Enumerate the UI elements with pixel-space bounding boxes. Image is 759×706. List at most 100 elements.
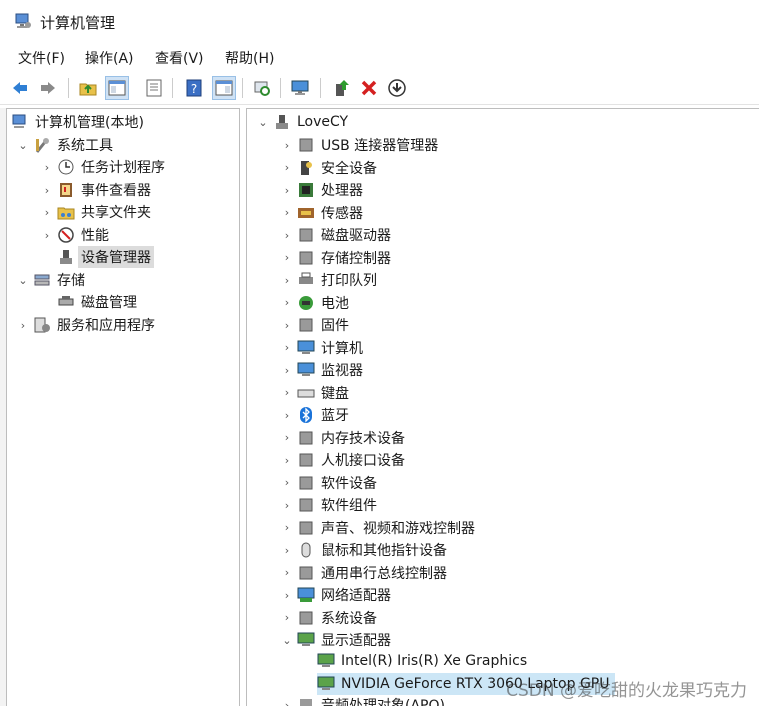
tree-item-performance[interactable]: › 性能 — [41, 224, 109, 246]
device-category[interactable]: › 处理器 — [281, 179, 363, 201]
device-category[interactable]: › 监视器 — [281, 359, 363, 381]
device-category[interactable]: › 通用串行总线控制器 — [281, 562, 447, 584]
chevron-right-icon[interactable]: › — [281, 319, 293, 332]
chevron-right-icon[interactable]: › — [281, 296, 293, 309]
chevron-down-icon[interactable]: ⌄ — [281, 634, 293, 647]
tree-item-root[interactable]: 计算机管理(本地) — [11, 111, 144, 133]
chevron-right-icon[interactable]: › — [281, 409, 293, 422]
chevron-right-icon[interactable]: › — [281, 341, 293, 354]
chevron-right-icon[interactable]: › — [281, 251, 293, 264]
chevron-right-icon[interactable]: › — [281, 206, 293, 219]
tree-item-device-manager[interactable]: 设备管理器 — [57, 246, 154, 268]
chevron-right-icon[interactable]: › — [281, 499, 293, 512]
toolbar: ? — [0, 72, 759, 105]
computer-management-icon — [11, 113, 29, 131]
chevron-right-icon[interactable]: › — [281, 454, 293, 467]
chevron-right-icon[interactable]: › — [281, 589, 293, 602]
chevron-right-icon[interactable]: › — [281, 364, 293, 377]
category-label: 蓝牙 — [321, 408, 349, 424]
display-adapter-item[interactable]: Intel(R) Iris(R) Xe Graphics — [317, 650, 527, 672]
chevron-right-icon[interactable]: › — [281, 274, 293, 287]
chevron-right-icon[interactable]: › — [41, 184, 53, 197]
category-label: USB 连接器管理器 — [321, 138, 439, 154]
chevron-right-icon[interactable]: › — [17, 319, 29, 332]
menu-file[interactable]: 文件(F) — [18, 48, 65, 68]
device-category[interactable]: › 存储控制器 — [281, 247, 391, 269]
monitor-icon[interactable] — [288, 76, 312, 100]
scan-hardware-icon[interactable] — [250, 76, 274, 100]
forward-icon[interactable] — [36, 76, 60, 100]
chevron-right-icon[interactable]: › — [281, 161, 293, 174]
tree-label: 共享文件夹 — [81, 205, 151, 221]
device-tree: ⌄ LoveCY › USB 连接器管理器 › 安全设备 › 处理器 › 传感器 › 磁盘驱动器 ›… — [246, 108, 759, 706]
category-label: 打印队列 — [321, 273, 377, 289]
update-driver-icon[interactable] — [330, 76, 354, 100]
tree-item-storage[interactable]: ⌄ 存储 — [17, 269, 85, 291]
back-icon[interactable] — [8, 76, 32, 100]
chevron-right-icon[interactable]: › — [281, 611, 293, 624]
show-tree-icon[interactable] — [105, 76, 129, 100]
computer-name: LoveCY — [297, 114, 349, 130]
tree-item-task-scheduler[interactable]: › 任务计划程序 — [41, 156, 165, 178]
device-category[interactable]: › 人机接口设备 — [281, 449, 405, 471]
device-category[interactable]: › 音频处理对象(APO) — [281, 694, 445, 706]
menu-action[interactable]: 操作(A) — [85, 48, 134, 68]
device-category[interactable]: ⌄ 显示适配器 — [281, 629, 391, 651]
tree-item-services-apps[interactable]: › 服务和应用程序 — [17, 314, 155, 336]
chevron-right-icon[interactable]: › — [41, 229, 53, 242]
device-category[interactable]: › 打印队列 — [281, 269, 377, 291]
uninstall-icon[interactable] — [357, 76, 381, 100]
chevron-right-icon[interactable]: › — [41, 206, 53, 219]
chevron-right-icon[interactable]: › — [281, 386, 293, 399]
chevron-right-icon[interactable]: › — [281, 544, 293, 557]
chevron-right-icon[interactable]: › — [281, 566, 293, 579]
chevron-right-icon[interactable]: › — [41, 161, 53, 174]
properties-icon[interactable] — [142, 76, 166, 100]
chevron-down-icon[interactable]: ⌄ — [17, 274, 29, 287]
action-pane-icon[interactable] — [212, 76, 236, 100]
chevron-right-icon[interactable]: › — [281, 521, 293, 534]
device-category[interactable]: › 安全设备 — [281, 157, 377, 179]
device-category[interactable]: › USB 连接器管理器 — [281, 134, 438, 156]
chevron-down-icon[interactable]: ⌄ — [257, 116, 269, 129]
tree-item-event-viewer[interactable]: › 事件查看器 — [41, 179, 151, 201]
processor-icon — [297, 181, 315, 199]
device-category[interactable]: › 软件设备 — [281, 472, 377, 494]
chevron-right-icon[interactable]: › — [281, 431, 293, 444]
hid-icon — [297, 451, 315, 469]
device-category[interactable]: › 声音、视频和游戏控制器 — [281, 517, 475, 539]
device-category[interactable]: › 磁盘驱动器 — [281, 224, 391, 246]
menu-view[interactable]: 查看(V) — [155, 48, 204, 68]
disable-device-icon[interactable] — [385, 76, 409, 100]
chevron-right-icon[interactable]: › — [281, 184, 293, 197]
device-category[interactable]: › 固件 — [281, 314, 349, 336]
device-category[interactable]: › 计算机 — [281, 337, 363, 359]
toolbar-separator — [172, 78, 173, 98]
tree-label: 服务和应用程序 — [57, 318, 155, 334]
chevron-right-icon[interactable]: › — [281, 229, 293, 242]
category-label: 键盘 — [321, 385, 349, 402]
device-category[interactable]: › 电池 — [281, 292, 349, 314]
chevron-right-icon[interactable]: › — [281, 699, 293, 706]
menu-help[interactable]: 帮助(H) — [225, 48, 274, 68]
tree-item-system-tools[interactable]: ⌄ 系统工具 — [17, 134, 113, 156]
device-root[interactable]: ⌄ LoveCY — [257, 111, 348, 133]
chevron-right-icon[interactable]: › — [281, 139, 293, 152]
tree-item-disk-management[interactable]: 磁盘管理 — [57, 291, 137, 313]
device-category[interactable]: › 网络适配器 — [281, 584, 391, 606]
device-category[interactable]: › 蓝牙 — [281, 404, 349, 426]
chevron-right-icon[interactable]: › — [281, 476, 293, 489]
tree-item-shared-folders[interactable]: › 共享文件夹 — [41, 201, 151, 223]
device-category[interactable]: › 软件组件 — [281, 494, 377, 516]
up-folder-icon[interactable] — [76, 76, 100, 100]
chevron-down-icon[interactable]: ⌄ — [17, 139, 29, 152]
device-category[interactable]: › 键盘 — [281, 382, 349, 404]
device-category[interactable]: › 鼠标和其他指针设备 — [281, 539, 447, 561]
device-category[interactable]: › 内存技术设备 — [281, 427, 405, 449]
toolbar-separator — [68, 78, 69, 98]
category-label: 声音、视频和游戏控制器 — [321, 520, 475, 537]
device-category[interactable]: › 传感器 — [281, 202, 363, 224]
tree-label: 任务计划程序 — [81, 160, 165, 176]
device-category[interactable]: › 系统设备 — [281, 607, 377, 629]
help-icon[interactable]: ? — [182, 76, 206, 100]
